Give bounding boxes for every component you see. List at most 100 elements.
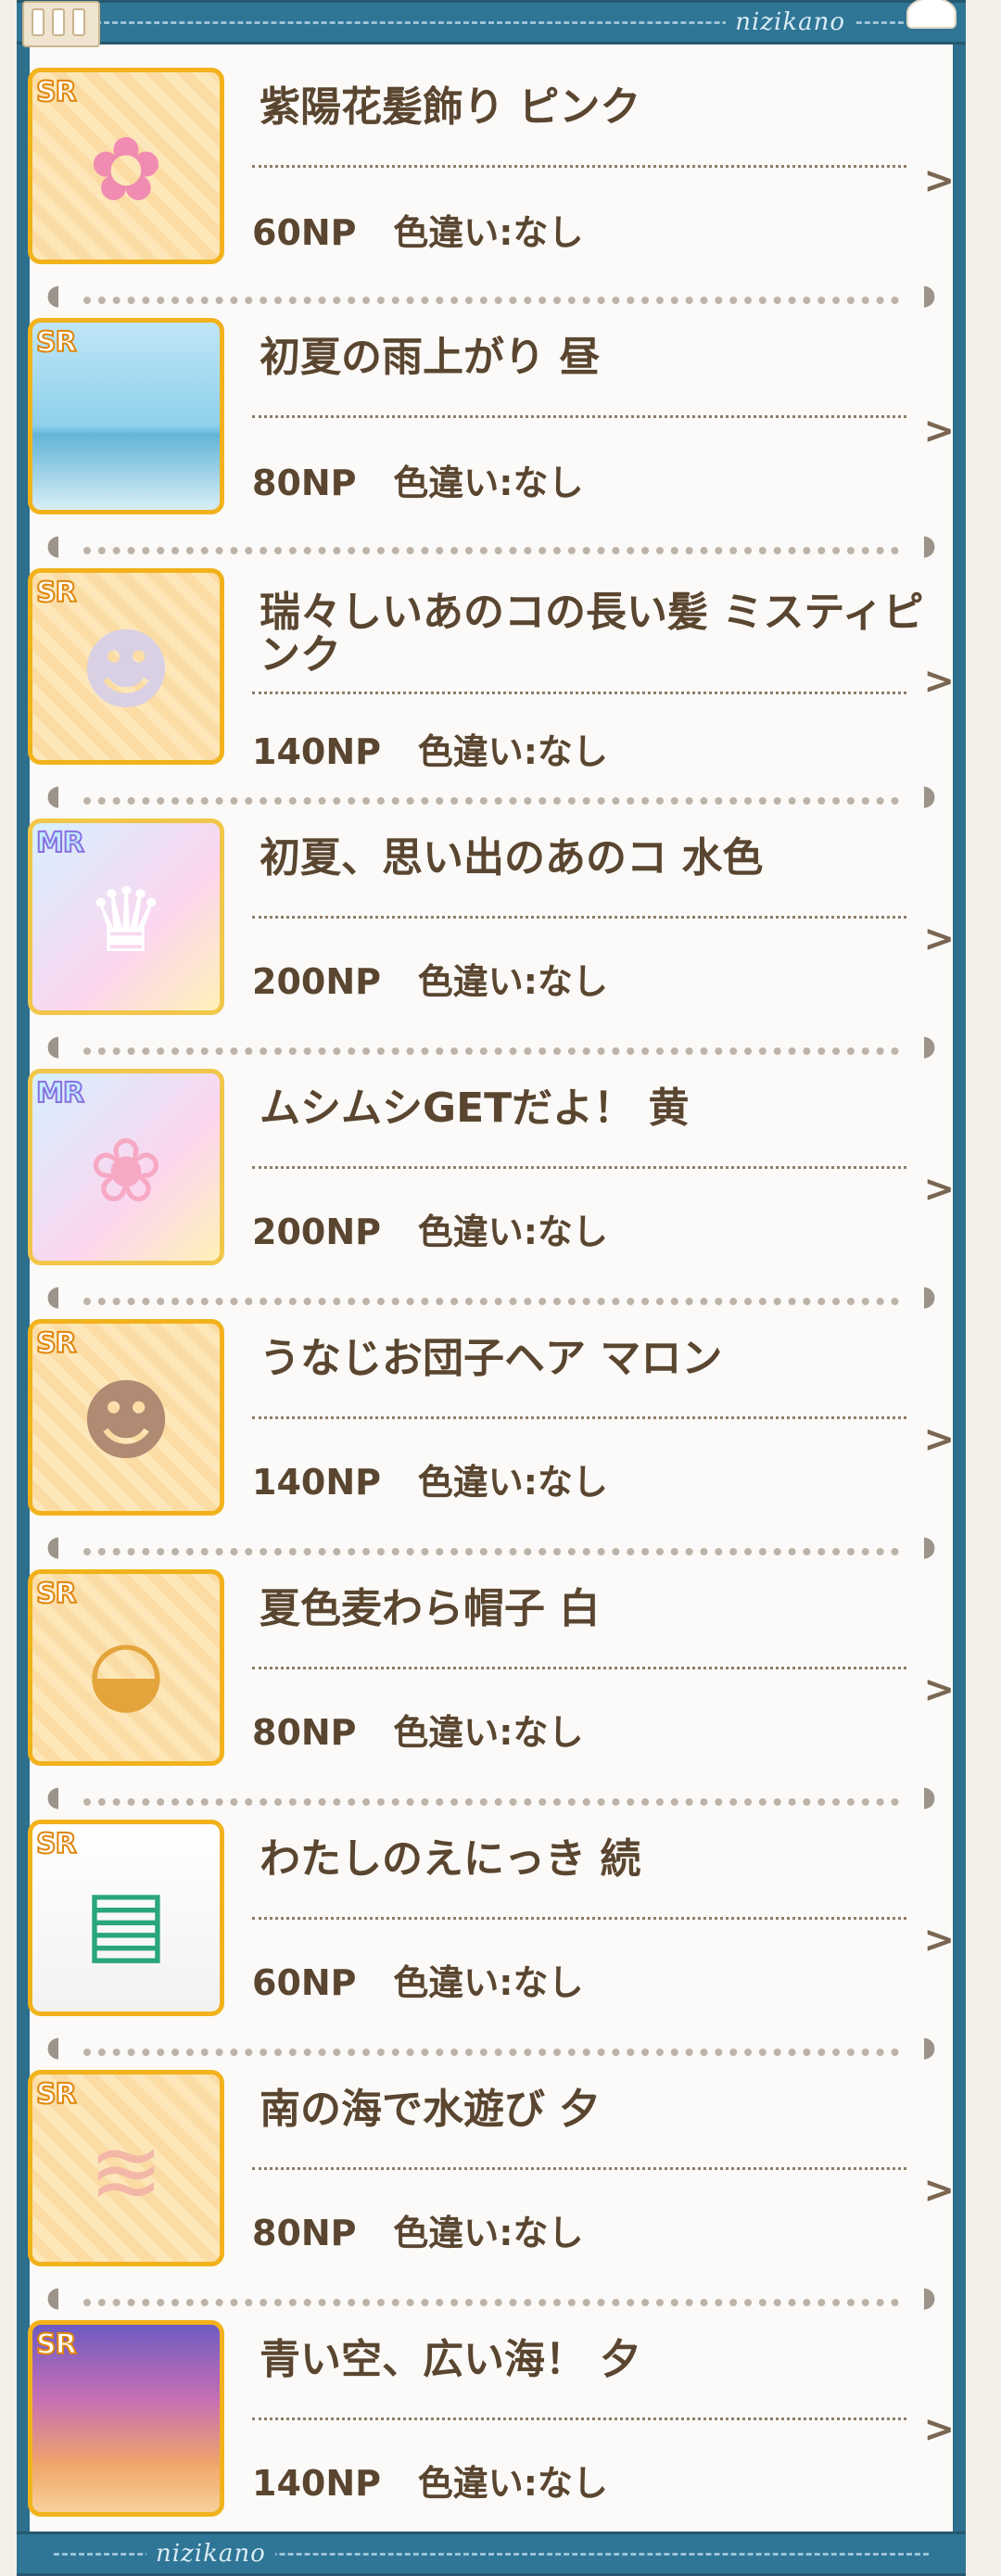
item-meta: 140NP 色違い:なし bbox=[252, 723, 608, 774]
item-variant: 色違い:なし bbox=[393, 2213, 584, 2253]
item-meta: 140NP 色違い:なし bbox=[252, 2455, 608, 2506]
item-meta: 60NP 色違い:なし bbox=[252, 204, 583, 255]
item-meta: 80NP 色違い:なし bbox=[252, 454, 583, 505]
item-name: 初夏の雨上がり 昼 bbox=[260, 334, 601, 381]
item-price: 80NP bbox=[252, 2213, 357, 2253]
list-item[interactable]: SR ◒ 夏色麦わら帽子 白 80NP 色違い:なし > ◖ ◖ bbox=[28, 1565, 955, 1815]
rarity-badge: SR bbox=[35, 75, 78, 109]
item-thumbnail: MR ♛ bbox=[28, 818, 224, 1015]
item-thumbnail: SR ≋ bbox=[28, 2070, 224, 2266]
bun-hair-icon: ☻ bbox=[79, 1369, 173, 1474]
notebook-icon bbox=[22, 1, 100, 47]
item-price: 200NP bbox=[252, 1212, 381, 1252]
item-divider bbox=[252, 1917, 906, 1920]
item-name: ムシムシGETだよ！ 黄 bbox=[260, 1085, 690, 1132]
item-separator: ◖ ◖ bbox=[46, 1280, 936, 1314]
item-name: うなじお団子ヘア マロン bbox=[260, 1335, 723, 1382]
duck-icon: ◖ bbox=[46, 2031, 61, 2063]
item-variant: 色違い:なし bbox=[393, 1712, 584, 1753]
item-price: 60NP bbox=[252, 212, 357, 253]
duck-icon: ◖ bbox=[921, 1280, 936, 1313]
chevron-right-icon[interactable]: > bbox=[923, 159, 955, 202]
chevron-right-icon[interactable]: > bbox=[923, 1418, 955, 1461]
list-item[interactable]: SR ☻ 瑞々しいあのコの長い髪 ミスティピンク 140NP 色違い:なし > … bbox=[28, 564, 955, 814]
item-thumbnail: SR ◒ bbox=[28, 1569, 224, 1766]
item-name: わたしのえにっき 続 bbox=[260, 1835, 641, 1883]
item-variant: 色違い:なし bbox=[417, 1462, 608, 1503]
list-item[interactable]: MR ♛ 初夏、思い出のあのコ 水色 200NP 色違い:なし > ◖ ◖ bbox=[28, 814, 955, 1064]
chevron-right-icon[interactable]: > bbox=[923, 2169, 955, 2212]
item-variant: 色違い:なし bbox=[417, 731, 608, 772]
item-meta: 140NP 色違い:なし bbox=[252, 1453, 608, 1504]
duck-icon: ◖ bbox=[921, 1530, 936, 1563]
hydrangea-hair-ornament-icon: ✿ bbox=[88, 118, 164, 222]
item-name: 青い空、広い海！ 夕 bbox=[260, 2336, 641, 2383]
chevron-right-icon[interactable]: > bbox=[923, 1669, 955, 1711]
duck-icon: ◖ bbox=[46, 1530, 61, 1563]
picture-diary-icon: ▤ bbox=[83, 1870, 169, 1974]
item-variant: 色違い:なし bbox=[393, 463, 584, 503]
header-brand: nizikano bbox=[726, 8, 855, 36]
rarity-badge: SR bbox=[35, 1326, 78, 1361]
item-price: 60NP bbox=[252, 1962, 357, 2003]
duck-icon: ◖ bbox=[921, 529, 936, 562]
item-separator: ◖ ◖ bbox=[46, 1030, 936, 1064]
item-name: 初夏、思い出のあのコ 水色 bbox=[260, 834, 764, 882]
list-item[interactable]: SR ☻ うなじお団子ヘア マロン 140NP 色違い:なし > ◖ ◖ bbox=[28, 1314, 955, 1565]
item-variant: 色違い:なし bbox=[417, 961, 608, 1002]
item-thumbnail: SR ☻ bbox=[28, 1319, 224, 1516]
list-item[interactable]: SR ✿ 紫陽花髪飾り ピンク 60NP 色違い:なし > ◖ ◖ bbox=[28, 63, 955, 313]
item-price: 200NP bbox=[252, 961, 381, 1002]
item-list: SR ✿ 紫陽花髪飾り ピンク 60NP 色違い:なし > ◖ ◖ SR 初夏の雨… bbox=[28, 63, 955, 2538]
duck-icon: ◖ bbox=[46, 279, 61, 311]
list-item[interactable]: SR 初夏の雨上がり 昼 80NP 色違い:なし > ◖ ◖ bbox=[28, 313, 955, 564]
rarity-badge: MR bbox=[35, 1076, 85, 1110]
corner-ornament-icon bbox=[906, 0, 957, 29]
chevron-right-icon[interactable]: > bbox=[923, 1919, 955, 1961]
chevron-right-icon[interactable]: > bbox=[923, 1168, 955, 1211]
footer-bar: nizikano bbox=[17, 2532, 966, 2576]
chevron-right-icon[interactable]: > bbox=[923, 2408, 955, 2451]
rarity-badge: SR bbox=[35, 1577, 78, 1611]
rarity-badge: SR bbox=[35, 1827, 78, 1861]
straw-hat-icon: ◒ bbox=[87, 1619, 165, 1724]
rarity-badge: SR bbox=[35, 2328, 78, 2362]
item-variant: 色違い:なし bbox=[417, 1212, 608, 1252]
item-divider bbox=[252, 1667, 906, 1669]
item-name: 瑞々しいあのコの長い髪 ミスティピンク bbox=[260, 589, 924, 679]
list-item[interactable]: SR 青い空、広い海！ 夕 140NP 色違い:なし > bbox=[28, 2316, 955, 2538]
duck-icon: ◖ bbox=[921, 2281, 936, 2314]
item-meta: 80NP 色違い:なし bbox=[252, 1704, 583, 1755]
item-meta: 80NP 色違い:なし bbox=[252, 2204, 583, 2255]
chevron-right-icon[interactable]: > bbox=[923, 410, 955, 452]
item-thumbnail: MR ❀ bbox=[28, 1069, 224, 1265]
list-item[interactable]: SR ≋ 南の海で水遊び 夕 80NP 色違い:なし > ◖ ◖ bbox=[28, 2065, 955, 2316]
duck-icon: ◖ bbox=[921, 780, 936, 812]
list-item[interactable]: SR ▤ わたしのえにっき 続 60NP 色違い:なし > ◖ ◖ bbox=[28, 1815, 955, 2065]
footer-brand: nizikano bbox=[146, 2540, 275, 2568]
item-variant: 色違い:なし bbox=[417, 2463, 608, 2504]
item-divider bbox=[252, 1166, 906, 1169]
long-hair-icon: ☻ bbox=[79, 618, 173, 723]
duck-icon: ◖ bbox=[46, 2281, 61, 2314]
duck-icon: ◖ bbox=[921, 279, 936, 311]
item-divider bbox=[252, 415, 906, 418]
item-meta: 200NP 色違い:なし bbox=[252, 1203, 608, 1254]
item-separator: ◖ ◖ bbox=[46, 1781, 936, 1815]
chevron-right-icon[interactable]: > bbox=[923, 660, 955, 703]
item-name: 紫陽花髪飾り ピンク bbox=[260, 83, 641, 131]
item-divider bbox=[252, 916, 906, 919]
rarity-badge: SR bbox=[35, 325, 78, 360]
item-thumbnail: SR ▤ bbox=[28, 1820, 224, 2016]
item-price: 80NP bbox=[252, 463, 357, 503]
rarity-badge: MR bbox=[35, 826, 85, 860]
bug-catcher-outfit-icon: ❀ bbox=[88, 1119, 164, 1224]
summer-dress-icon: ♛ bbox=[85, 869, 167, 973]
item-separator: ◖ ◖ bbox=[46, 2031, 936, 2065]
duck-icon: ◖ bbox=[46, 529, 61, 562]
chevron-right-icon[interactable]: > bbox=[923, 918, 955, 960]
item-thumbnail: SR bbox=[28, 318, 224, 514]
item-price: 140NP bbox=[252, 731, 381, 772]
duck-icon: ◖ bbox=[921, 2031, 936, 2063]
list-item[interactable]: MR ❀ ムシムシGETだよ！ 黄 200NP 色違い:なし > ◖ ◖ bbox=[28, 1064, 955, 1314]
